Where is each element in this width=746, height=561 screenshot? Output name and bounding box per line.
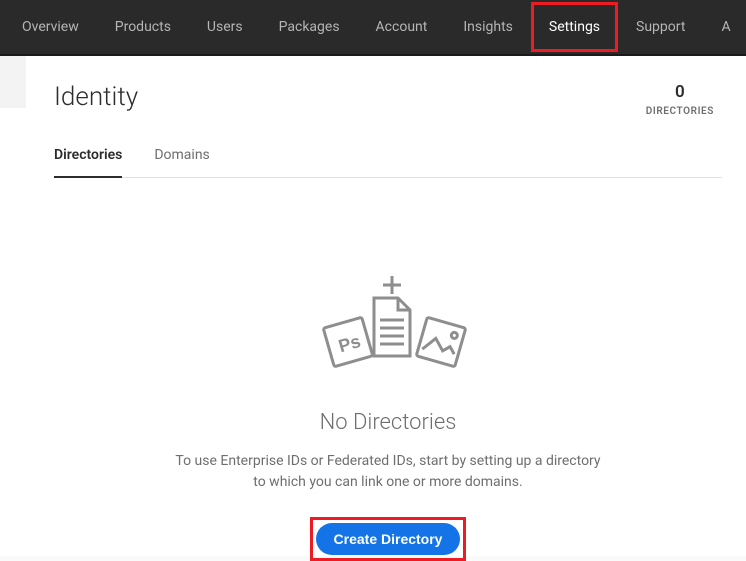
nav-item-account[interactable]: Account [358,0,446,54]
count-value: 0 [646,82,714,102]
empty-state-illustration-icon: Ps [54,274,722,386]
nav-item-users[interactable]: Users [189,0,261,54]
count-label: DIRECTORIES [646,106,714,117]
nav-item-packages[interactable]: Packages [261,0,358,54]
create-directory-highlight: Create Directory [310,517,467,561]
sub-tabs: Directories Domains [54,147,722,178]
empty-state: Ps No Directories To use Enterprise IDs … [54,274,722,561]
page-title: Identity [54,82,138,112]
nav-item-overview[interactable]: Overview [4,0,97,54]
main-panel: Identity 0 DIRECTORIES Directories Domai… [26,56,746,556]
nav-item-truncated[interactable]: A [703,0,730,54]
page-header: Identity 0 DIRECTORIES [54,82,722,117]
top-nav: Overview Products Users Packages Account… [0,0,746,56]
svg-text:Ps: Ps [336,331,363,356]
tab-directories[interactable]: Directories [54,147,122,177]
nav-item-insights[interactable]: Insights [445,0,531,54]
empty-state-title: No Directories [54,410,722,435]
nav-item-settings[interactable]: Settings [531,2,618,52]
tab-domains[interactable]: Domains [154,147,209,177]
nav-item-support[interactable]: Support [618,0,703,54]
left-sidebar-stub [0,56,26,108]
directories-count: 0 DIRECTORIES [646,82,714,117]
empty-state-description: To use Enterprise IDs or Federated IDs, … [168,451,608,493]
create-directory-button[interactable]: Create Directory [316,523,461,555]
nav-item-products[interactable]: Products [97,0,189,54]
content-area: Identity 0 DIRECTORIES Directories Domai… [0,56,746,556]
